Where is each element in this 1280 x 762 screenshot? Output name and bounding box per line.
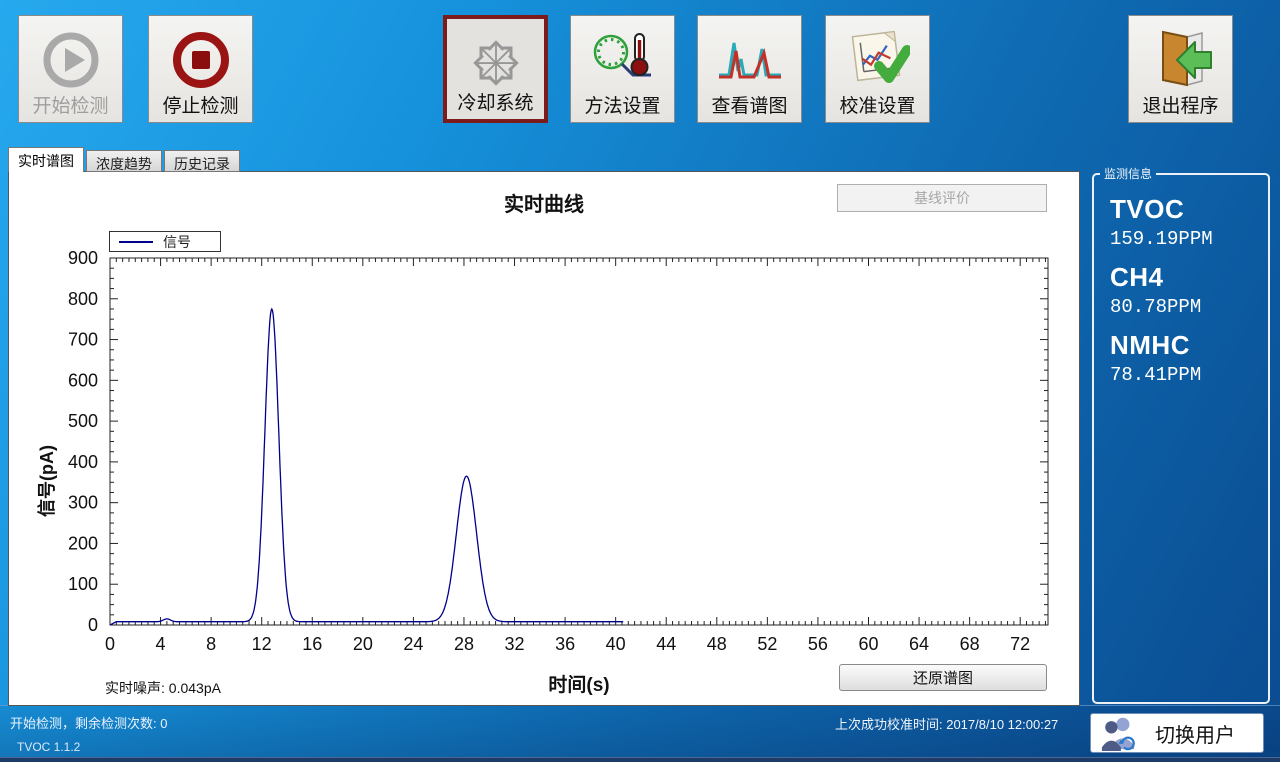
svg-text:44: 44 xyxy=(656,634,676,654)
svg-text:16: 16 xyxy=(302,634,322,654)
chart-check-icon xyxy=(826,24,929,96)
realtime-noise-readout: 实时噪声: 0.043pA xyxy=(105,678,221,698)
svg-text:800: 800 xyxy=(68,289,98,309)
svg-text:0: 0 xyxy=(105,634,115,654)
method-settings-label: 方法设置 xyxy=(584,96,660,118)
tab-concentration-trend[interactable]: 浓度趋势 xyxy=(86,150,162,172)
monitoring-info-title: 监测信息 xyxy=(1100,165,1156,182)
svg-text:56: 56 xyxy=(808,634,828,654)
exit-door-icon xyxy=(1129,24,1232,96)
reading-nmhc-name: NMHC xyxy=(1110,330,1268,361)
reading-tvoc-name: TVOC xyxy=(1110,194,1268,225)
stop-detection-button[interactable]: 停止检测 xyxy=(148,15,253,123)
svg-text:8: 8 xyxy=(206,634,216,654)
exit-program-label: 退出程序 xyxy=(1142,96,1218,118)
restore-spectrum-button[interactable]: 还原谱图 xyxy=(839,664,1047,691)
reading-tvoc: TVOC 159.19PPM xyxy=(1094,194,1268,250)
svg-text:900: 900 xyxy=(68,248,98,268)
stop-detection-label: 停止检测 xyxy=(162,96,238,118)
status-bar xyxy=(0,705,1280,757)
chromatogram-peaks-icon xyxy=(698,24,801,96)
svg-text:20: 20 xyxy=(353,634,373,654)
svg-text:24: 24 xyxy=(403,634,423,654)
svg-text:48: 48 xyxy=(707,634,727,654)
switch-user-icon xyxy=(1099,714,1139,752)
svg-text:40: 40 xyxy=(606,634,626,654)
play-icon xyxy=(19,24,122,96)
reading-ch4: CH4 80.78PPM xyxy=(1094,262,1268,318)
status-detection-text: 开始检测，剩余检测次数: 0 xyxy=(10,713,167,732)
exit-program-button[interactable]: 退出程序 xyxy=(1128,15,1233,123)
svg-text:700: 700 xyxy=(68,330,98,350)
tab-history[interactable]: 历史记录 xyxy=(164,150,240,172)
status-version-text: TVOC 1.1.2 xyxy=(17,740,80,754)
view-spectrum-label: 查看谱图 xyxy=(711,96,787,118)
reading-tvoc-value: 159.19PPM xyxy=(1110,228,1268,250)
svg-text:64: 64 xyxy=(909,634,929,654)
method-settings-button[interactable]: 方法设置 xyxy=(570,15,675,123)
calibration-settings-label: 校准设置 xyxy=(839,96,915,118)
signal-plot: 0481216202428323640444852566064687201002… xyxy=(9,172,1079,705)
stop-icon xyxy=(149,24,252,96)
taskbar-strip xyxy=(0,757,1280,762)
tab-realtime-spectrum[interactable]: 实时谱图 xyxy=(8,147,84,172)
status-calibration-time: 上次成功校准时间: 2017/8/10 12:00:27 xyxy=(835,714,1058,733)
svg-text:12: 12 xyxy=(252,634,272,654)
svg-text:200: 200 xyxy=(68,533,98,553)
svg-text:52: 52 xyxy=(757,634,777,654)
calibration-settings-button[interactable]: 校准设置 xyxy=(825,15,930,123)
reading-nmhc: NMHC 78.41PPM xyxy=(1094,330,1268,386)
svg-text:36: 36 xyxy=(555,634,575,654)
svg-text:400: 400 xyxy=(68,452,98,472)
app-window: 开始检测 停止检测 xyxy=(0,0,1280,762)
svg-text:72: 72 xyxy=(1010,634,1030,654)
svg-text:28: 28 xyxy=(454,634,474,654)
svg-text:300: 300 xyxy=(68,493,98,513)
start-detection-label: 开始检测 xyxy=(32,96,108,118)
view-spectrum-button[interactable]: 查看谱图 xyxy=(697,15,802,123)
tab-bar: 实时谱图 浓度趋势 历史记录 xyxy=(8,147,240,172)
signal-curve xyxy=(110,309,623,625)
svg-text:100: 100 xyxy=(68,574,98,594)
cooling-system-button[interactable]: 冷却系统 xyxy=(443,15,548,123)
svg-text:600: 600 xyxy=(68,370,98,390)
y-axis-label: 信号(pA) xyxy=(33,445,59,517)
realtime-spectrum-panel: 实时曲线 基线评价 信号 048121620242832364044485256… xyxy=(8,171,1080,706)
switch-user-button[interactable]: 切换用户 xyxy=(1090,713,1264,753)
monitoring-info-panel: 监测信息 TVOC 159.19PPM CH4 80.78PPM NMHC 78… xyxy=(1092,165,1270,704)
snowflake-icon xyxy=(447,27,544,99)
svg-text:68: 68 xyxy=(960,634,980,654)
start-detection-button[interactable]: 开始检测 xyxy=(18,15,123,123)
reading-ch4-name: CH4 xyxy=(1110,262,1268,293)
svg-text:500: 500 xyxy=(68,411,98,431)
svg-text:0: 0 xyxy=(88,615,98,635)
reading-nmhc-value: 78.41PPM xyxy=(1110,364,1268,386)
svg-text:60: 60 xyxy=(858,634,878,654)
svg-text:32: 32 xyxy=(505,634,525,654)
clock-thermometer-icon xyxy=(571,24,674,96)
reading-ch4-value: 80.78PPM xyxy=(1110,296,1268,318)
switch-user-label: 切换用户 xyxy=(1155,719,1235,748)
svg-text:4: 4 xyxy=(156,634,166,654)
